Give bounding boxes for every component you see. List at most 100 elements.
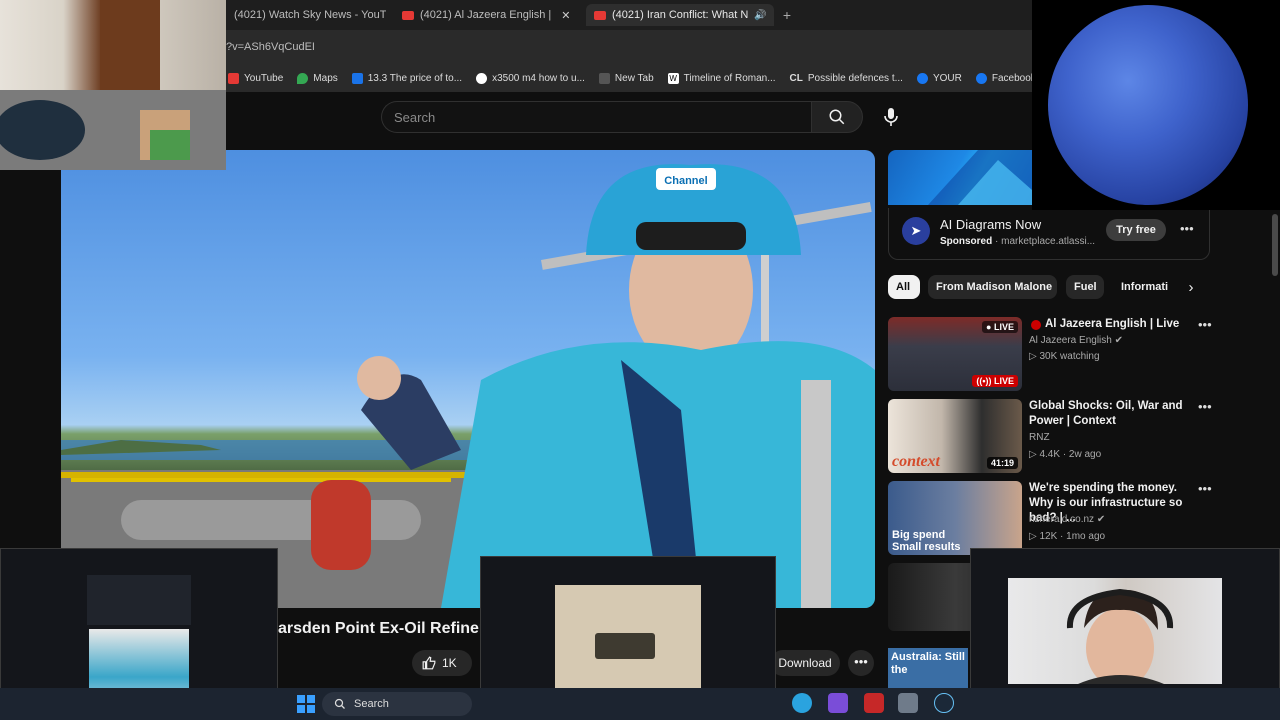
more-icon[interactable]: ••• xyxy=(1198,399,1212,414)
channel-name[interactable]: Al Jazeera English ✔ xyxy=(1029,335,1123,346)
meta-text: 4.4K · 2w ago xyxy=(1039,449,1102,460)
more-icon[interactable]: ••• xyxy=(1198,481,1212,496)
tab-sky-news[interactable]: (4021) Watch Sky News - YouTu ✕ xyxy=(226,4,386,26)
video-title: arsden Point Ex-Oil Refinery xyxy=(278,620,495,637)
search-input[interactable] xyxy=(394,109,811,125)
youtube-icon xyxy=(402,10,414,20)
bookmark-label: Facebook gr xyxy=(991,72,1032,84)
video-thumbnail[interactable]: ● LIVE ((•)) LIVE xyxy=(888,317,1022,391)
tab-label: (4021) Iran Conflict: What N xyxy=(612,9,749,21)
verified-icon: ✔ xyxy=(1096,514,1106,525)
microphone-icon xyxy=(884,108,898,126)
recommendation-item[interactable]: context 41:19 Global Shocks: Oil, War an… xyxy=(888,399,1212,475)
bookmark-price[interactable]: 13.3 The price of to... xyxy=(351,72,462,84)
video-meta: ▷ 12K · 1mo ago xyxy=(1029,531,1106,542)
recommendation-title[interactable]: Al Jazeera English | Live xyxy=(1029,317,1194,332)
neptune-image xyxy=(1048,5,1248,205)
bookmark-label: x3500 m4 how to u... xyxy=(492,72,585,84)
bookmark-new-tab[interactable]: New Tab xyxy=(598,72,654,84)
more-actions-button[interactable]: ••• xyxy=(848,650,874,676)
ad-title[interactable]: AI Diagrams Now xyxy=(940,217,1041,232)
windows-start-icon[interactable] xyxy=(296,694,316,714)
bookmark-label: Maps xyxy=(313,72,338,84)
video-thumbnail[interactable]: Big spend Small results xyxy=(888,481,1022,555)
search-icon xyxy=(334,698,345,709)
bookmark-youtube[interactable]: YouTube xyxy=(228,72,283,84)
tab-label: (4021) Al Jazeera English | xyxy=(420,9,552,21)
recommendation-item[interactable]: ● LIVE ((•)) LIVE Al Jazeera English | L… xyxy=(888,317,1212,393)
google-icon xyxy=(476,72,488,84)
bookmark-your[interactable]: YOUR xyxy=(916,72,962,84)
bookmark-timeline[interactable]: W Timeline of Roman... xyxy=(667,72,776,84)
bookmark-maps[interactable]: Maps xyxy=(297,72,338,84)
chip-fuel[interactable]: Fuel xyxy=(1066,275,1104,299)
helmet-logo-text: Channel xyxy=(664,175,707,187)
recommendation-title[interactable]: Global Shocks: Oil, War and Power | Cont… xyxy=(1029,399,1194,429)
sponsored-label: Sponsored xyxy=(940,236,993,247)
ad-sponsor-line: Sponsored · marketplace.atlassi... xyxy=(940,236,1095,247)
title-text: Al Jazeera English | Live xyxy=(1045,318,1180,330)
recommendation-item[interactable]: Big spend Small results We're spending t… xyxy=(888,481,1212,557)
ad-try-free-button[interactable]: Try free xyxy=(1106,219,1166,241)
wikipedia-icon: W xyxy=(667,72,679,84)
speaker-icon[interactable]: 🔊 xyxy=(754,10,766,21)
tab-iran-conflict[interactable]: (4021) Iran Conflict: What N 🔊 ✕ xyxy=(586,4,774,26)
bookmark-label: New Tab xyxy=(614,72,654,84)
more-icon[interactable]: ••• xyxy=(1198,317,1212,332)
live-dot-icon xyxy=(1031,320,1041,330)
ad-graphic xyxy=(928,150,1032,205)
steam-icon[interactable] xyxy=(934,693,954,713)
like-button[interactable]: 1K xyxy=(412,650,472,676)
url-text[interactable]: ?v=ASh6VqCudEI xyxy=(226,41,315,53)
channel-name[interactable]: RNZ xyxy=(1029,432,1050,443)
webcam-face-feed xyxy=(1008,578,1222,684)
scrollbar[interactable] xyxy=(1272,214,1278,276)
search-button[interactable] xyxy=(811,101,863,133)
chip-information[interactable]: Informati xyxy=(1113,275,1173,299)
bookmark-label: YOUR xyxy=(932,72,962,84)
voice-search-button[interactable] xyxy=(873,101,909,133)
live-badge: ((•)) LIVE xyxy=(972,375,1018,387)
bookmark-x3500[interactable]: x3500 m4 how to u... xyxy=(476,72,585,84)
duration-badge: 41:19 xyxy=(986,457,1018,469)
address-bar[interactable] xyxy=(226,30,1032,64)
ad-more-icon[interactable]: ••• xyxy=(1180,221,1194,236)
windows-taskbar xyxy=(0,688,1280,720)
app-icon[interactable] xyxy=(828,693,848,713)
map-pin-icon xyxy=(297,72,309,84)
thumbnail-text: Big spend Small results xyxy=(892,529,961,553)
ad-logo-icon: ➤ xyxy=(902,217,930,245)
face-scene xyxy=(1066,588,1174,684)
ad-banner-image[interactable] xyxy=(888,150,1032,205)
video-frame: Channel xyxy=(61,164,875,608)
browser-tab-strip: (4021) Watch Sky News - YouTu ✕ (4021) A… xyxy=(226,0,1032,30)
video-player[interactable]: Channel xyxy=(61,150,875,608)
chevron-right-icon[interactable]: › xyxy=(1180,277,1202,299)
tab-al-jazeera[interactable]: (4021) Al Jazeera English | ✕ xyxy=(394,4,582,26)
chip-all[interactable]: All xyxy=(888,275,920,299)
close-icon[interactable]: ✕ xyxy=(561,9,570,22)
thumbnail-text: context xyxy=(892,453,940,470)
taskbar-search-label: Search xyxy=(354,698,389,710)
video-thumbnail[interactable]: context 41:19 xyxy=(888,399,1022,473)
telegram-icon[interactable] xyxy=(792,693,812,713)
webcam-room-feed xyxy=(0,0,226,170)
facebook-icon xyxy=(975,72,987,84)
channel-name[interactable]: nzherald.co.nz ✔ xyxy=(1029,514,1105,525)
bookmark-defences[interactable]: CL Possible defences t... xyxy=(790,73,903,84)
download-button[interactable]: Download xyxy=(770,650,840,676)
taskbar-search[interactable]: Search xyxy=(322,692,472,716)
chip-from-madison-malone[interactable]: From Madison Malone xyxy=(928,275,1057,299)
facebook-icon xyxy=(916,72,928,84)
bookmark-facebook[interactable]: Facebook gr xyxy=(975,72,1032,84)
app-icon[interactable] xyxy=(864,693,884,713)
screen-text-block xyxy=(87,575,191,625)
live-badge-text: LIVE xyxy=(993,376,1014,386)
youtube-icon xyxy=(228,72,239,84)
thumbs-up-icon xyxy=(422,656,436,670)
room-scene xyxy=(0,0,226,170)
graphics-card-image xyxy=(595,633,655,659)
gear-icon[interactable] xyxy=(898,693,918,713)
video-thumbnail[interactable]: Australia: Still the xyxy=(888,648,968,688)
new-tab-button[interactable]: + xyxy=(778,6,796,24)
